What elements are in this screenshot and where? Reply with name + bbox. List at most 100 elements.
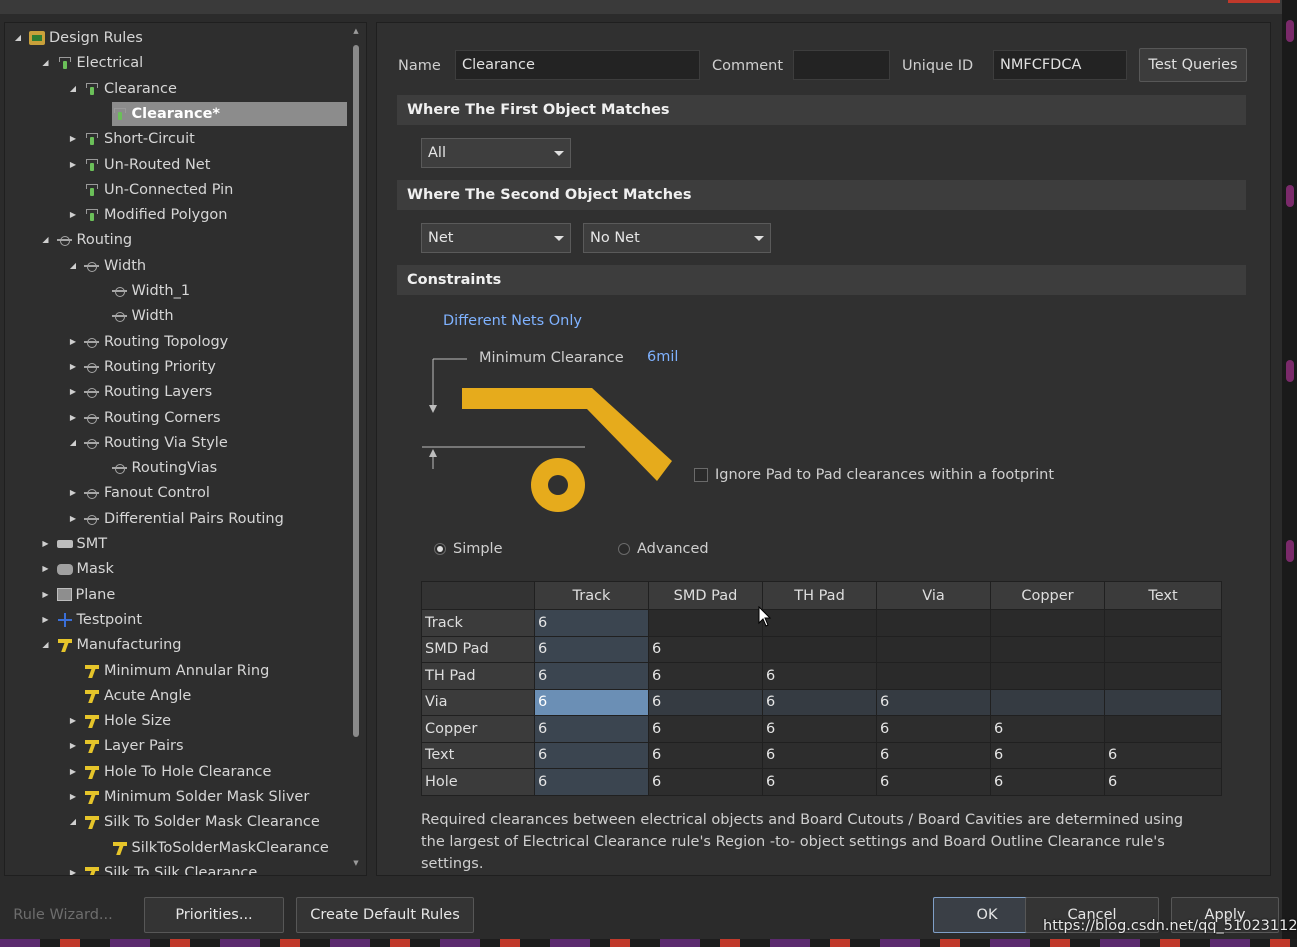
- collapse-caret-icon[interactable]: ◢: [40, 639, 52, 651]
- priorities-button[interactable]: Priorities...: [144, 897, 284, 933]
- tree-item[interactable]: Minimum Annular Ring: [84, 659, 269, 683]
- collapse-caret-icon[interactable]: ◢: [40, 234, 52, 246]
- ignore-pad-checkbox[interactable]: [694, 468, 708, 482]
- tree-item[interactable]: ▶ SMT: [42, 532, 107, 556]
- scroll-down-icon[interactable]: ▼: [351, 859, 361, 869]
- matrix-cell[interactable]: 6: [648, 715, 763, 743]
- tree-item[interactable]: ▶ Modified Polygon: [70, 203, 228, 227]
- tree-item[interactable]: ▶ Routing Layers: [70, 380, 212, 404]
- collapse-caret-icon[interactable]: ◢: [67, 437, 79, 449]
- tree-item[interactable]: ▶ Minimum Solder Mask Sliver: [70, 785, 309, 809]
- expand-caret-icon[interactable]: ▶: [40, 614, 52, 626]
- expand-caret-icon[interactable]: ▶: [67, 133, 79, 145]
- matrix-cell[interactable]: 6: [648, 662, 763, 690]
- tree-item[interactable]: SilkToSolderMaskClearance: [112, 836, 329, 860]
- collapse-caret-icon[interactable]: ◢: [67, 816, 79, 828]
- matrix-cell[interactable]: 6: [762, 741, 877, 769]
- tree-item[interactable]: ▶ Hole To Hole Clearance: [70, 760, 272, 784]
- tree-item[interactable]: RoutingVias: [111, 456, 217, 480]
- matrix-cell[interactable]: 6: [534, 609, 649, 637]
- expand-caret-icon[interactable]: ▶: [67, 766, 79, 778]
- expand-caret-icon[interactable]: ▶: [40, 589, 52, 601]
- matrix-cell[interactable]: 6: [1104, 741, 1222, 769]
- tree-item[interactable]: ▶ Fanout Control: [70, 481, 210, 505]
- tree-item[interactable]: ◢ Manufacturing: [42, 633, 181, 657]
- comment-input[interactable]: [793, 50, 890, 80]
- tree-item[interactable]: ▶ Un-Routed Net: [70, 153, 210, 177]
- tree-item[interactable]: Width_1: [111, 279, 190, 303]
- matrix-cell[interactable]: 6: [876, 715, 991, 743]
- expand-caret-icon[interactable]: ▶: [67, 159, 79, 171]
- name-input[interactable]: Clearance: [455, 50, 700, 80]
- matrix-cell[interactable]: 6: [876, 688, 991, 716]
- expand-caret-icon[interactable]: ▶: [67, 740, 79, 752]
- tree-item[interactable]: ▶ Short-Circuit: [70, 127, 195, 151]
- matrix-cell[interactable]: 6: [534, 688, 649, 716]
- tree-item[interactable]: ◢ Routing: [42, 228, 132, 252]
- matrix-cell[interactable]: 6: [534, 662, 649, 690]
- advanced-radio[interactable]: [618, 543, 630, 555]
- matrix-cell[interactable]: 6: [534, 635, 649, 663]
- expand-caret-icon[interactable]: ▶: [67, 209, 79, 221]
- second-object-type-dropdown[interactable]: Net: [421, 223, 571, 253]
- expand-caret-icon[interactable]: ▶: [67, 715, 79, 727]
- tree-item[interactable]: Clearance*: [111, 101, 347, 126]
- tree-item[interactable]: Width: [111, 304, 174, 328]
- matrix-cell[interactable]: 6: [990, 768, 1105, 796]
- close-button-edge[interactable]: [1228, 0, 1280, 3]
- tree-item[interactable]: ▶ Routing Priority: [70, 355, 216, 379]
- expand-caret-icon[interactable]: ▶: [67, 386, 79, 398]
- collapse-caret-icon[interactable]: ◢: [12, 32, 24, 44]
- tree-item[interactable]: Acute Angle: [84, 684, 191, 708]
- first-object-dropdown[interactable]: All: [421, 138, 571, 168]
- scroll-up-icon[interactable]: ▲: [351, 27, 361, 37]
- matrix-cell[interactable]: 6: [762, 715, 877, 743]
- min-clearance-value[interactable]: 6mil: [647, 349, 678, 365]
- expand-caret-icon[interactable]: ▶: [67, 361, 79, 373]
- tree-item[interactable]: ▶ Plane: [42, 583, 115, 607]
- matrix-cell[interactable]: 6: [648, 635, 763, 663]
- unique-id-input[interactable]: NMFCFDCA: [993, 50, 1127, 80]
- matrix-cell[interactable]: 6: [648, 741, 763, 769]
- matrix-cell[interactable]: 6: [648, 768, 763, 796]
- tree-item[interactable]: ◢ Silk To Solder Mask Clearance: [70, 810, 320, 834]
- expand-caret-icon[interactable]: ▶: [67, 412, 79, 424]
- tree-scrollbar-thumb[interactable]: [353, 45, 359, 737]
- tree-item[interactable]: Un-Connected Pin: [84, 178, 233, 202]
- tree-item[interactable]: ◢ Width: [70, 254, 146, 278]
- matrix-cell[interactable]: 6: [534, 741, 649, 769]
- matrix-cell[interactable]: 6: [534, 715, 649, 743]
- rule-wizard-button[interactable]: Rule Wizard...: [8, 897, 118, 933]
- tree-item[interactable]: ◢ Routing Via Style: [70, 431, 228, 455]
- simple-radio[interactable]: [434, 543, 446, 555]
- expand-caret-icon[interactable]: ▶: [67, 336, 79, 348]
- matrix-cell[interactable]: 6: [762, 768, 877, 796]
- tree-item[interactable]: ▶ Silk To Silk Clearance: [70, 861, 257, 875]
- matrix-cell[interactable]: 6: [762, 662, 877, 690]
- tree-item[interactable]: ◢ Clearance: [70, 77, 177, 101]
- tree-item[interactable]: ▶ Routing Topology: [70, 330, 228, 354]
- matrix-cell[interactable]: 6: [534, 768, 649, 796]
- tree-item[interactable]: ▶ Testpoint: [42, 608, 142, 632]
- tree-item[interactable]: ▶ Hole Size: [70, 709, 171, 733]
- net-scope-link[interactable]: Different Nets Only: [443, 313, 582, 329]
- matrix-cell[interactable]: 6: [876, 741, 991, 769]
- matrix-cell[interactable]: 6: [990, 741, 1105, 769]
- matrix-cell[interactable]: 6: [1104, 768, 1222, 796]
- tree-item[interactable]: ▶ Routing Corners: [70, 406, 221, 430]
- expand-caret-icon[interactable]: ▶: [40, 538, 52, 550]
- collapse-caret-icon[interactable]: ◢: [67, 260, 79, 272]
- create-default-rules-button[interactable]: Create Default Rules: [296, 897, 474, 933]
- expand-caret-icon[interactable]: ▶: [40, 563, 52, 575]
- expand-caret-icon[interactable]: ▶: [67, 487, 79, 499]
- expand-caret-icon[interactable]: ▶: [67, 867, 79, 875]
- matrix-cell[interactable]: 6: [648, 688, 763, 716]
- collapse-caret-icon[interactable]: ◢: [40, 57, 52, 69]
- expand-caret-icon[interactable]: ▶: [67, 791, 79, 803]
- matrix-cell[interactable]: 6: [876, 768, 991, 796]
- expand-caret-icon[interactable]: ▶: [67, 513, 79, 525]
- second-object-net-dropdown[interactable]: No Net: [583, 223, 771, 253]
- matrix-cell[interactable]: 6: [990, 715, 1105, 743]
- tree-item[interactable]: ◢ Electrical: [42, 51, 143, 75]
- tree-item[interactable]: ▶ Differential Pairs Routing: [70, 507, 284, 531]
